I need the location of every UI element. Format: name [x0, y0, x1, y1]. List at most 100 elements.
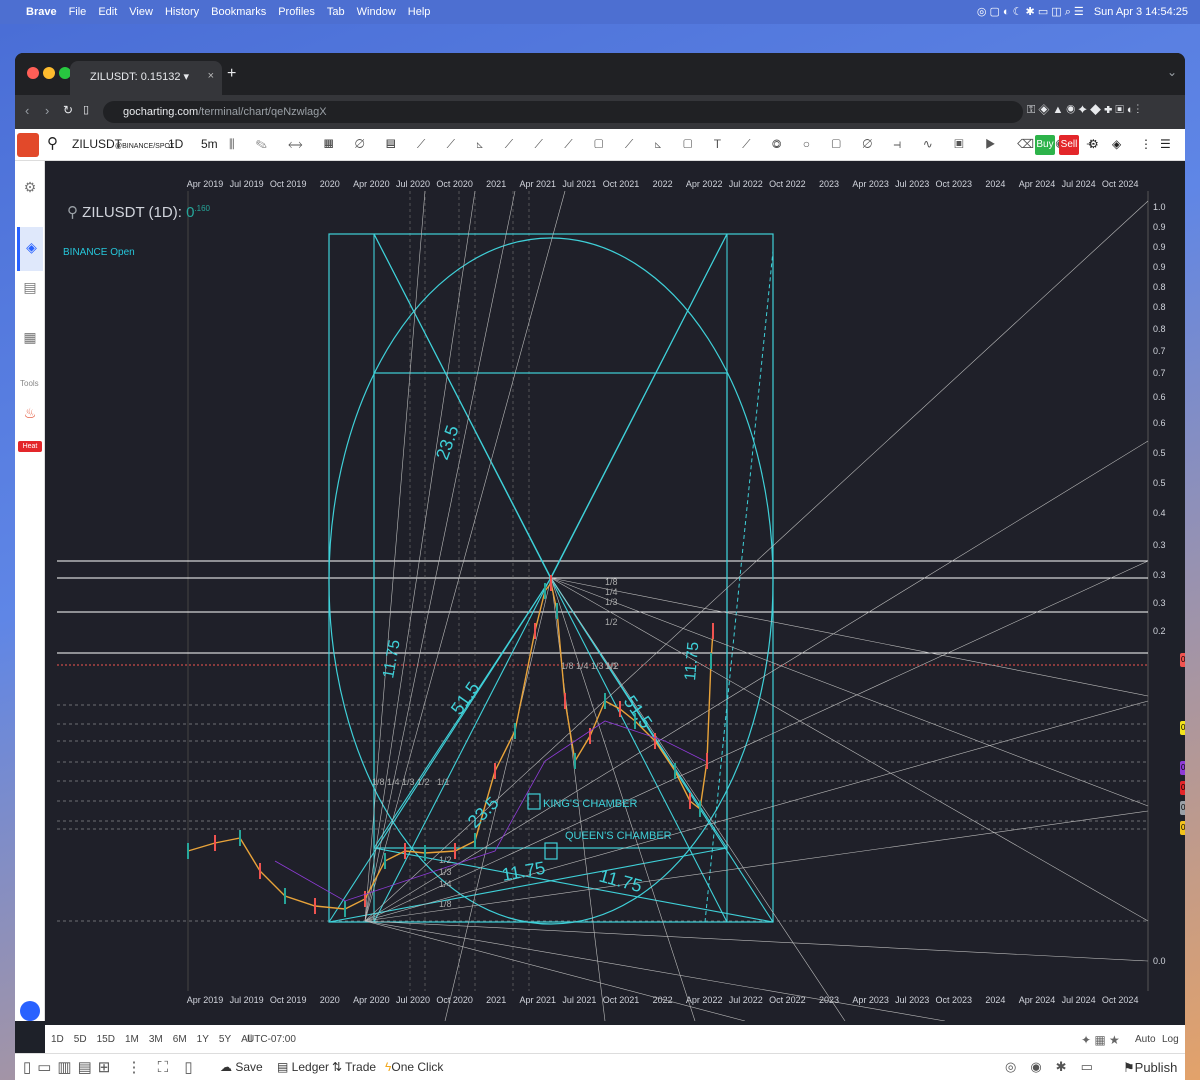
new-tab-button[interactable]: +: [227, 65, 236, 83]
gann-fan-line: [364, 440, 1149, 922]
one-click-label: One Click: [391, 1060, 444, 1074]
market-status: BINANCE Open: [63, 247, 135, 258]
dashed-pyramid-line: [704, 250, 774, 923]
fraction-label: 1/8: [439, 899, 452, 909]
chart-title: ⚲ ZILUSDT (1D): 0.160: [67, 203, 210, 221]
menu-window[interactable]: Window: [357, 6, 396, 18]
menu-tab[interactable]: Tab: [327, 6, 345, 18]
footer-bar: ▯▭▥▤⊞ ⋮ ⛶ ▯ ☁ Save ▤ Ledger ⇅ Trade ϟOne…: [15, 1053, 1185, 1080]
chart-canvas[interactable]: Apr 2019 Jul 2019 Oct 2019 2020 Apr 2020 Jul …: [45, 161, 1170, 1021]
fraction-label: 1/8: [605, 577, 618, 587]
menu-history[interactable]: History: [165, 6, 199, 18]
interval-dropdown[interactable]: 1D: [168, 137, 183, 151]
extension-icons[interactable]: ⚿ ◈ ▲ ◉ ✦ ◆ ✚ ▣ ◐ ⋮: [1027, 104, 1139, 117]
footer-icons[interactable]: ◎◉✱▭: [1005, 1059, 1107, 1075]
trade-label: Trade: [345, 1060, 377, 1074]
fraction-label: 1/4: [439, 879, 452, 889]
menu-brave[interactable]: Brave: [26, 6, 57, 18]
x-tick-label: Apr 2021: [520, 995, 557, 1005]
candle: [314, 898, 316, 914]
timezone-label[interactable]: UTC-07:00: [247, 1034, 296, 1045]
range-button[interactable]: 1M: [125, 1034, 139, 1045]
range-button[interactable]: 1Y: [197, 1034, 209, 1045]
menu-view[interactable]: View: [129, 6, 153, 18]
drawing-tools-icons[interactable]: ⫼ ✎ ⟷ ▦ ⌀ ▤ ⟋ ⟋ ◺ ⟋ ⟋ ⟋ ▢ ⟋ ◺ ▢ T ⟋ ◎ ○ …: [229, 137, 1104, 152]
candle: [574, 753, 576, 769]
y-tick-label: 0.9: [1153, 262, 1166, 272]
candle: [364, 891, 366, 907]
minimize-window-button[interactable]: [43, 67, 55, 79]
publish-button[interactable]: ⚑Publish: [1123, 1060, 1177, 1076]
x-tick-label: Oct 2024: [1102, 179, 1139, 189]
chart-toolbar: ⚲ ZILUSDT @BINANCE/SPOT 1D 5m ⫼ ✎ ⟷ ▦ ⌀ …: [15, 129, 1185, 161]
annotation-layer: 23.5 11.75 51.5 23.5 11.75 11.75 51.5 11.75 KING…: [372, 423, 702, 909]
x-tick-label: 2022: [653, 179, 673, 189]
layout-icons[interactable]: ▯▭▥▤⊞ ⋮ ⛶ ▯: [23, 1058, 199, 1076]
tab-search-icon[interactable]: ⌄: [1167, 65, 1177, 79]
timeframe-dropdown[interactable]: 5m: [201, 137, 218, 151]
layers-icon[interactable]: ◈: [17, 227, 43, 271]
fire-icon[interactable]: ♨: [21, 405, 39, 423]
menu-edit[interactable]: Edit: [98, 6, 117, 18]
grid-icon[interactable]: ▦: [21, 329, 39, 347]
range-button[interactable]: 5D: [74, 1034, 87, 1045]
drawing-layer: [57, 190, 1149, 1021]
chart-app-icon[interactable]: [20, 1001, 40, 1021]
y-tick-label: 1.0: [1153, 202, 1166, 212]
menu-profiles[interactable]: Profiles: [278, 6, 315, 18]
annotation-label: 11.75: [597, 866, 644, 897]
back-icon[interactable]: ‹: [25, 103, 29, 118]
layers-icon[interactable]: ◈: [1112, 137, 1121, 151]
auto-scale-toggle[interactable]: Auto: [1135, 1034, 1156, 1045]
trade-button[interactable]: ⇅ Trade: [332, 1060, 376, 1074]
range-button[interactable]: 1D: [51, 1034, 64, 1045]
more-options-icon[interactable]: ⋮: [1140, 137, 1152, 151]
range-button[interactable]: 15D: [97, 1034, 115, 1045]
settings-gear-icon[interactable]: ⚙: [1088, 137, 1099, 151]
url-field[interactable]: gocharting.com/terminal/chart/qeNzwlagX: [103, 101, 1023, 123]
status-icons[interactable]: ◎ ▢ ◐ ☾ ✱ ▭ ◫ ⌕ ☰: [977, 5, 1084, 19]
menubar-clock[interactable]: Sun Apr 3 14:54:25: [1094, 6, 1188, 18]
app-logo[interactable]: [17, 133, 39, 157]
sell-button[interactable]: Sell: [1059, 135, 1079, 155]
heat-button[interactable]: Heat: [18, 441, 42, 452]
candle: [689, 793, 691, 809]
x-tick-label: Oct 2020: [436, 179, 473, 189]
ledger-button[interactable]: ▤ Ledger: [277, 1060, 329, 1074]
price-tag: 0.068: [1180, 801, 1185, 815]
y-tick-label: 0.7: [1153, 346, 1166, 356]
chart-area[interactable]: Apr 2019 Jul 2019 Oct 2019 2020 Apr 2020 Jul …: [45, 161, 1185, 1021]
save-button[interactable]: ☁ Save: [220, 1060, 263, 1074]
reload-icon[interactable]: ↻: [63, 103, 73, 117]
range-button[interactable]: 5Y: [219, 1034, 231, 1045]
browser-tab[interactable]: ZILUSDT: 0.15132 ▾ ×: [70, 61, 222, 95]
range-button[interactable]: 3M: [149, 1034, 163, 1045]
menu-bookmarks[interactable]: Bookmarks: [211, 6, 266, 18]
log-scale-toggle[interactable]: Log: [1162, 1034, 1179, 1045]
fraction-label: 1/1: [437, 777, 450, 787]
candle: [424, 845, 426, 861]
x-tick-label: Apr 2023: [852, 179, 889, 189]
close-window-button[interactable]: [27, 67, 39, 79]
x-tick-label: Oct 2022: [769, 995, 806, 1005]
gear-icon[interactable]: ⚙: [21, 179, 39, 197]
buy-button[interactable]: Buy: [1035, 135, 1055, 155]
candle: [239, 830, 241, 846]
x-tick-label: Jul 2024: [1062, 179, 1096, 189]
gann-fan-line: [364, 810, 1149, 922]
x-tick-label: Apr 2022: [686, 995, 723, 1005]
candle: [699, 801, 701, 817]
menu-file[interactable]: File: [69, 6, 87, 18]
annotation-label: 51.5: [620, 692, 656, 732]
bookmark-icon[interactable]: ▯: [83, 103, 89, 116]
hamburger-menu-icon[interactable]: ☰: [1160, 137, 1171, 151]
forward-icon[interactable]: ›: [45, 103, 49, 118]
range-button[interactable]: 6M: [173, 1034, 187, 1045]
one-click-button[interactable]: ϟOne Click: [385, 1060, 443, 1074]
twitter-icon[interactable]: ✦ ▦ ★: [1081, 1033, 1120, 1047]
search-icon[interactable]: ⚲: [47, 134, 58, 152]
x-tick-label: Jul 2019: [230, 179, 264, 189]
close-tab-icon[interactable]: ×: [208, 70, 214, 82]
menu-help[interactable]: Help: [408, 6, 431, 18]
notebook-icon[interactable]: ▤: [21, 279, 39, 297]
